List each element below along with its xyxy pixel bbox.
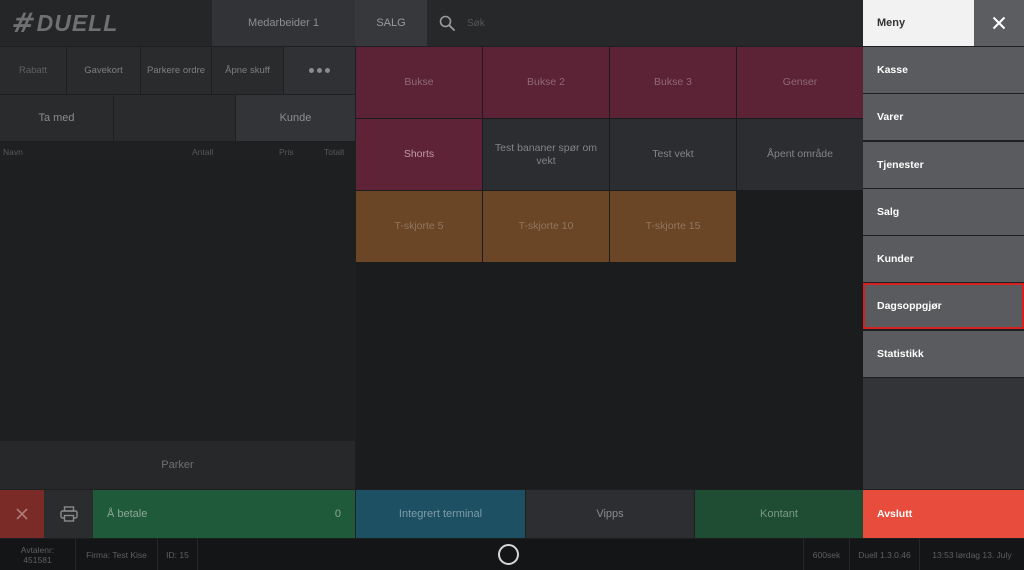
close-icon <box>992 16 1006 30</box>
exit-button[interactable]: Avslutt <box>863 490 1024 538</box>
order-list[interactable] <box>0 160 355 440</box>
search-bar[interactable] <box>427 0 863 46</box>
printer-icon <box>59 506 78 522</box>
menu-item-statistikk[interactable]: Statistikk <box>863 331 1024 377</box>
product-tile[interactable]: Bukse 3 <box>610 47 736 118</box>
status-sek: 600sek <box>803 539 850 570</box>
pay-label: Å betale <box>107 508 148 520</box>
park-order-button[interactable]: Parkere ordre <box>141 47 211 94</box>
menu-item-kunder[interactable]: Kunder <box>863 236 1024 282</box>
empty-slot <box>114 95 235 141</box>
close-icon <box>16 508 28 520</box>
menu-empty-area <box>863 378 1024 489</box>
vipps-button[interactable]: Vipps <box>526 490 694 538</box>
column-price: Pris <box>279 147 294 157</box>
duell-logo: # DUELL <box>0 0 212 46</box>
column-name: Navn <box>3 147 23 157</box>
product-tile[interactable]: Bukse 2 <box>483 47 609 118</box>
pos-app: # DUELL Medarbeider 1 SALG Rabatt Gaveko… <box>0 0 1024 570</box>
menu-item-dagsoppgjor[interactable]: Dagsoppgjør <box>863 283 1024 329</box>
open-drawer-button[interactable]: Åpne skuff <box>212 47 283 94</box>
product-tile[interactable]: Åpent område <box>737 119 863 190</box>
integrated-terminal-button[interactable]: Integrert terminal <box>356 490 525 538</box>
discount-button[interactable]: Rabatt <box>0 47 66 94</box>
menu-title: Meny <box>863 0 974 46</box>
giftcard-button[interactable]: Gavekort <box>67 47 140 94</box>
product-tile[interactable]: T-skjorte 15 <box>610 191 736 262</box>
employee-button[interactable]: Medarbeider 1 <box>212 0 355 46</box>
brand-mark: # <box>8 7 38 39</box>
status-datetime: 13:53 lørdag 13. July <box>932 549 1012 560</box>
cash-button[interactable]: Kontant <box>695 490 863 538</box>
product-tile[interactable]: Bukse <box>356 47 482 118</box>
status-agreement: Avtalenr: 451581 <box>0 539 76 570</box>
product-tile[interactable]: Genser <box>737 47 863 118</box>
menu-close-button[interactable] <box>974 0 1024 46</box>
search-icon <box>439 15 455 31</box>
tab-sale[interactable]: SALG <box>355 0 427 46</box>
search-input[interactable] <box>467 17 767 29</box>
pay-amount: 0 <box>334 508 341 520</box>
customer-button[interactable]: Kunde <box>236 95 355 141</box>
product-tile[interactable]: T-skjorte 10 <box>483 191 609 262</box>
cancel-order-button[interactable] <box>0 490 44 538</box>
menu-item-kasse[interactable]: Kasse <box>863 47 1024 93</box>
order-list-header: Navn Antall Pris Totalt <box>0 142 355 160</box>
column-total: Totalt <box>324 147 345 157</box>
status-company: Firma: Test Kise <box>76 539 158 570</box>
column-qty: Antall <box>192 147 214 157</box>
product-tile[interactable]: Shorts <box>356 119 482 190</box>
pay-button[interactable]: Å betale 0 <box>93 490 355 538</box>
product-tile[interactable]: Test bananer spør om vekt <box>483 119 609 190</box>
park-button[interactable]: Parker <box>0 441 355 489</box>
brand-name: DUELL <box>36 9 119 36</box>
menu-item-salg[interactable]: Salg <box>863 189 1024 235</box>
product-tile[interactable]: Test vekt <box>610 119 736 190</box>
product-tile[interactable]: T-skjorte 5 <box>356 191 482 262</box>
more-button[interactable] <box>284 47 355 94</box>
takeaway-button[interactable]: Ta med <box>0 95 113 141</box>
status-id: ID: 15 <box>158 539 198 570</box>
menu-item-tjenester[interactable]: Tjenester <box>863 142 1024 188</box>
menu-item-varer[interactable]: Varer <box>863 94 1024 140</box>
more-dots-icon <box>309 68 330 73</box>
home-button[interactable] <box>498 544 519 565</box>
print-button[interactable] <box>44 490 93 538</box>
status-version: Duell 1.3.0.46 <box>850 539 920 570</box>
